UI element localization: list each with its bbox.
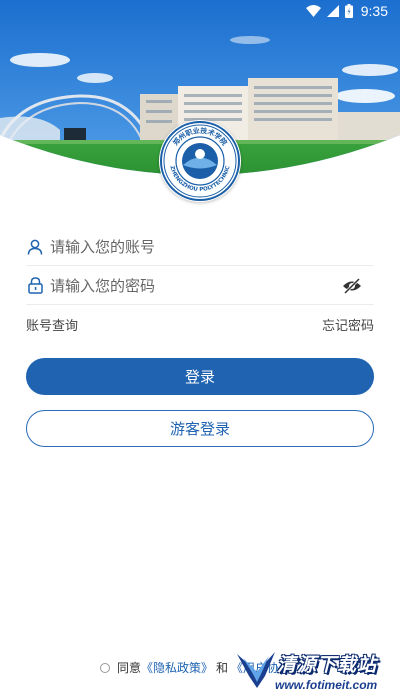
account-input[interactable] — [50, 231, 374, 262]
agreement-and: 和 — [216, 661, 229, 675]
battery-charging-icon — [344, 4, 353, 18]
watermark-title: 清源下载站 — [277, 654, 378, 676]
status-time: 9:35 — [360, 3, 388, 19]
school-logo: 2019 郑州职业技术学院 ZHENGZHOU POLYTECHNIC — [159, 120, 241, 202]
wifi-icon — [305, 5, 321, 17]
password-input[interactable] — [50, 270, 374, 301]
password-field — [26, 267, 374, 305]
privacy-policy-link[interactable]: 《隐私政策》 — [141, 659, 213, 676]
forgot-password-link[interactable]: 忘记密码 — [322, 315, 374, 334]
login-form — [26, 228, 374, 305]
status-bar: 9:35 — [0, 0, 400, 22]
bird-logo-icon — [235, 650, 279, 694]
agreement-prefix: 同意 — [117, 661, 142, 675]
guest-login-button[interactable]: 游客登录 — [26, 410, 374, 447]
account-lookup-link[interactable]: 账号查询 — [26, 315, 78, 334]
watermark: 清源下载站 www.fotimeit.com — [235, 648, 395, 698]
signal-icon — [326, 5, 339, 17]
eye-off-icon[interactable] — [342, 277, 362, 295]
user-icon — [26, 238, 44, 256]
logo-year: 2019 — [194, 174, 207, 180]
agreement-radio[interactable] — [100, 662, 110, 673]
watermark-url: www.fotimeit.com — [275, 678, 378, 692]
auxiliary-links: 账号查询 忘记密码 — [26, 315, 374, 334]
lock-icon — [26, 277, 44, 295]
login-button[interactable]: 登录 — [26, 358, 374, 395]
account-field — [26, 228, 374, 266]
